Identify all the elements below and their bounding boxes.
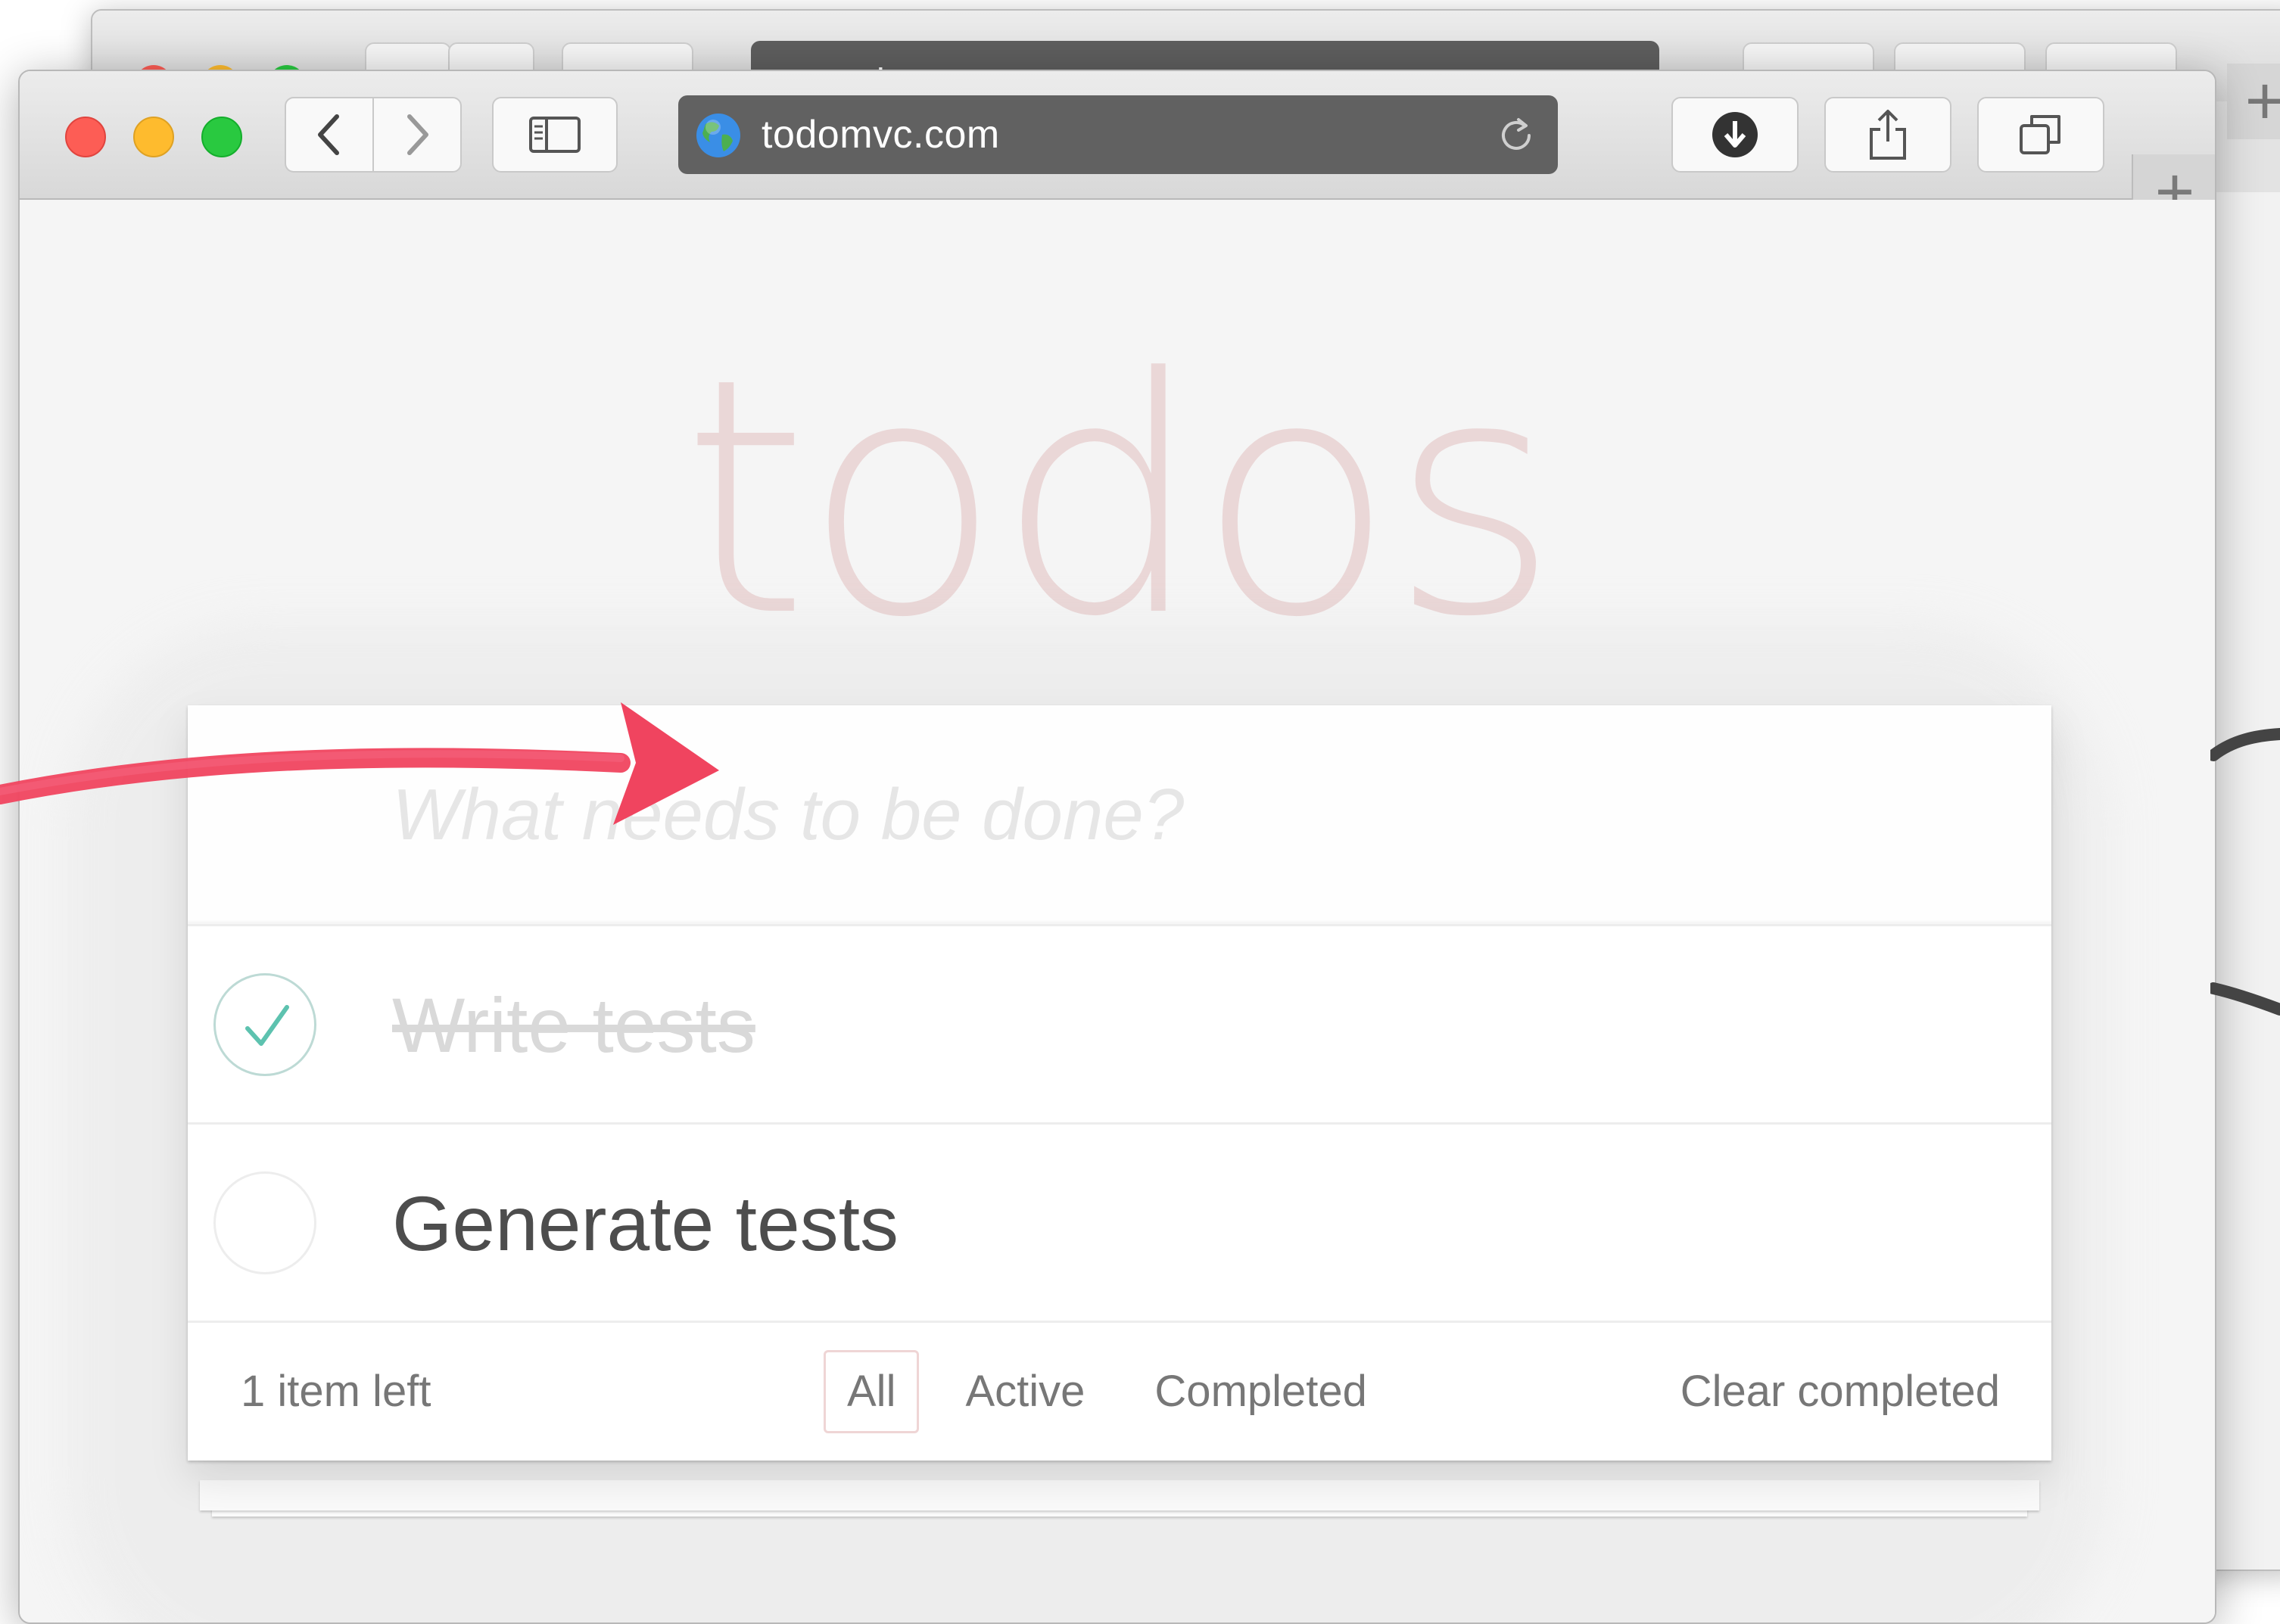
todo-item[interactable]: Generate tests (188, 1125, 2051, 1323)
filter-list: All Active Completed (824, 1323, 1413, 1461)
todo-list: Write tests Generate tests (188, 926, 2051, 1323)
filter-completed[interactable]: Completed (1131, 1350, 1390, 1433)
todo-label[interactable]: Write tests (392, 926, 755, 1125)
minimize-window-button[interactable] (133, 117, 174, 157)
todo-footer: 1 item left All Active Completed Clear c… (188, 1323, 2051, 1461)
back-button[interactable] (285, 97, 374, 173)
filter-active[interactable]: Active (942, 1350, 1108, 1433)
sidebar-icon (529, 117, 581, 153)
background-new-tab-button[interactable]: + (2227, 64, 2280, 139)
todo-label[interactable]: Generate tests (392, 1125, 899, 1323)
annotation-arrow-icon (0, 702, 719, 825)
close-window-button[interactable] (65, 117, 106, 157)
url-text: todomvc.com (762, 113, 1000, 157)
chevron-right-icon (407, 114, 428, 155)
zoom-window-button[interactable] (201, 117, 242, 157)
page-content: todos Write tests Generate tests 1 item … (20, 200, 2215, 1622)
globe-icon (696, 114, 740, 157)
traffic-lights (65, 117, 242, 157)
filter-all[interactable]: All (824, 1350, 920, 1433)
items-left-count: 1 item left (241, 1367, 431, 1416)
scribble-mark-icon (2210, 982, 2280, 1016)
tabs-icon (2020, 115, 2060, 154)
downloads-button[interactable] (1671, 97, 1799, 173)
checkmark-icon (245, 1005, 289, 1046)
share-button[interactable] (1824, 97, 1951, 173)
todo-toggle-checkbox[interactable] (213, 1171, 316, 1274)
chevron-left-icon (318, 114, 339, 155)
download-icon (1712, 112, 1758, 157)
todo-item[interactable]: Write tests (188, 926, 2051, 1125)
browser-toolbar: todomvc.com (20, 71, 2215, 200)
forward-button[interactable] (372, 97, 462, 173)
scribble-mark-icon (2210, 728, 2280, 761)
address-bar[interactable]: todomvc.com (678, 95, 1558, 174)
tabs-overview-button[interactable] (1977, 97, 2104, 173)
share-icon (1870, 110, 1906, 160)
app-title: todos (681, 310, 1559, 688)
reload-icon[interactable] (1496, 115, 1537, 156)
clear-completed-button[interactable]: Clear completed (1680, 1323, 2000, 1461)
sidebar-toggle-button[interactable] (492, 97, 618, 173)
todo-toggle-checkbox[interactable] (213, 973, 316, 1076)
